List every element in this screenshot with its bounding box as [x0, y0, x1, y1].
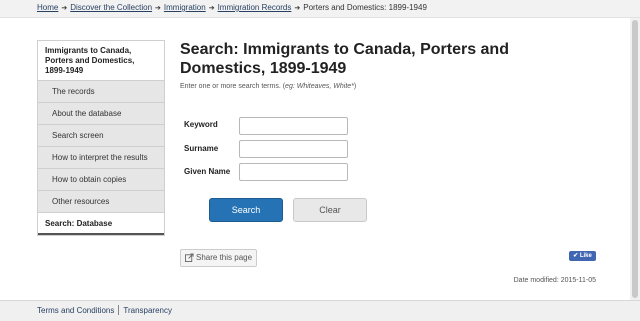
keyword-input[interactable]: [239, 117, 348, 135]
sidebar-item-about-database[interactable]: About the database: [38, 103, 164, 125]
sidebar-item-other-resources[interactable]: Other resources: [38, 191, 164, 213]
given-name-label: Given Name: [184, 167, 231, 176]
breadcrumb-home-link[interactable]: Home: [37, 3, 58, 12]
like-label: Like: [579, 253, 592, 259]
breadcrumb-bar: Home ➔ Discover the Collection ➔ Immigration…: [0, 0, 640, 18]
facebook-like-button[interactable]: ✔ Like: [569, 251, 596, 261]
breadcrumb-current: Porters and Domestics: 1899-1949: [303, 3, 427, 12]
share-icon: [185, 253, 194, 262]
footer-transparency-link[interactable]: Transparency: [123, 306, 172, 315]
sidebar-item-search-screen[interactable]: Search screen: [38, 125, 164, 147]
breadcrumb-arrow-icon: ➔: [208, 5, 215, 12]
search-instructions: Enter one or more search terms. (eg: Whi…: [180, 83, 356, 90]
footer-links: Terms and Conditions Transparency: [37, 305, 172, 315]
sidebar-item-interpret-results[interactable]: How to interpret the results: [38, 147, 164, 169]
surname-label: Surname: [184, 144, 219, 153]
search-button[interactable]: Search: [209, 198, 283, 222]
surname-input[interactable]: [239, 140, 348, 158]
instructions-example: eg: Whiteaves, White*: [285, 83, 354, 90]
vertical-scrollbar[interactable]: [630, 18, 640, 300]
scrollbar-thumb[interactable]: [632, 20, 638, 298]
instructions-suffix: ): [353, 83, 357, 90]
given-name-input[interactable]: [239, 163, 348, 181]
sidebar-item-obtain-copies[interactable]: How to obtain copies: [38, 169, 164, 191]
breadcrumb-arrow-icon: ➔: [294, 5, 301, 12]
breadcrumb-discover-link[interactable]: Discover the Collection: [70, 3, 152, 12]
footer-terms-link[interactable]: Terms and Conditions: [37, 306, 114, 315]
breadcrumb-arrow-icon: ➔: [61, 5, 68, 12]
sidebar-item-search-database[interactable]: Search: Database: [38, 213, 164, 235]
clear-button[interactable]: Clear: [293, 198, 367, 222]
instructions-prefix: Enter one or more search terms. (: [180, 83, 286, 90]
keyword-label: Keyword: [184, 120, 218, 129]
breadcrumb: Home ➔ Discover the Collection ➔ Immigration…: [37, 3, 427, 12]
breadcrumb-immigration-records-link[interactable]: Immigration Records: [218, 3, 292, 12]
footer: Terms and Conditions Transparency: [0, 300, 640, 321]
like-thumb-icon: ✔: [573, 253, 579, 259]
breadcrumb-immigration-link[interactable]: Immigration: [164, 3, 206, 12]
sidebar-nav: Immigrants to Canada, Porters and Domest…: [37, 40, 165, 236]
breadcrumb-arrow-icon: ➔: [155, 5, 161, 12]
sidebar-item-the-records[interactable]: The records: [38, 81, 164, 103]
page-title: Search: Immigrants to Canada, Porters an…: [180, 41, 509, 77]
footer-divider: [118, 305, 120, 315]
sidebar-heading[interactable]: Immigrants to Canada, Porters and Domest…: [38, 41, 164, 81]
date-modified: Date modified: 2015-11-05: [513, 277, 596, 284]
share-button-label: Share this page: [196, 253, 253, 262]
share-button[interactable]: Share this page: [180, 249, 257, 267]
